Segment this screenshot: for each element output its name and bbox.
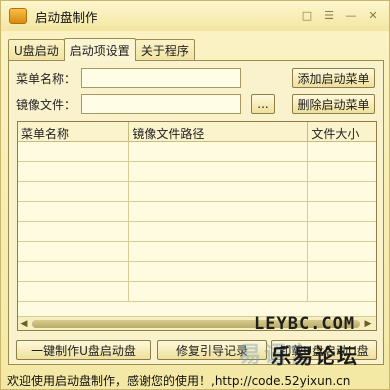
table-row[interactable]	[18, 202, 376, 222]
table-cell	[308, 202, 376, 222]
table-cell	[308, 142, 376, 162]
menu-name-label: 菜单名称：	[16, 72, 77, 86]
table-cell	[18, 282, 130, 302]
menu-icon[interactable]: ☰	[319, 7, 339, 24]
table-cell	[129, 162, 309, 182]
table-cell	[18, 142, 130, 162]
table-body	[18, 142, 376, 302]
add-menu-button[interactable]: 添加启动菜单	[292, 68, 375, 88]
table-cell	[129, 202, 309, 222]
tab-usb-boot[interactable]: U盘启动	[8, 39, 65, 61]
boot-menu-table[interactable]: 菜单名称 镜像文件路径 文件大小 ◀ ▶	[17, 121, 377, 331]
table-cell	[129, 182, 309, 202]
close-icon[interactable]: ✕	[363, 7, 383, 24]
table-row[interactable]	[18, 282, 376, 302]
table-cell	[18, 222, 130, 242]
table-cell	[129, 262, 309, 282]
scroll-left-icon[interactable]: ◀	[18, 319, 30, 329]
table-cell	[129, 242, 309, 262]
table-cell	[308, 162, 376, 182]
menu-name-input[interactable]	[81, 68, 241, 88]
table-cell	[129, 282, 309, 302]
table-cell	[129, 142, 309, 162]
column-image-path[interactable]: 镜像文件路径	[129, 122, 309, 142]
tab-boot-settings[interactable]: 启动项设置	[63, 38, 136, 61]
image-file-input[interactable]	[81, 94, 241, 114]
browse-button[interactable]: ...	[251, 94, 275, 114]
watermark-forum: 乐易论坛	[271, 344, 359, 368]
table-cell	[18, 202, 130, 222]
table-row[interactable]	[18, 142, 376, 162]
table-cell	[18, 262, 130, 282]
table-cell	[308, 262, 376, 282]
feedback-icon[interactable]: □	[297, 7, 317, 24]
table-cell	[308, 242, 376, 262]
table-row[interactable]	[18, 242, 376, 262]
delete-menu-button[interactable]: 删除启动菜单	[292, 94, 375, 114]
table-row[interactable]	[18, 162, 376, 182]
watermark-domain: LEYBC.COM	[254, 314, 356, 334]
table-cell	[129, 222, 309, 242]
table-row[interactable]	[18, 262, 376, 282]
app-icon	[9, 8, 27, 24]
title-bar[interactable]: 启动盘制作 □ ☰ — ✕	[1, 1, 389, 31]
table-cell	[18, 182, 130, 202]
table-cell	[308, 282, 376, 302]
tab-bar: U盘启动 启动项设置 关于程序	[8, 38, 195, 61]
table-row[interactable]	[18, 222, 376, 242]
scroll-right-icon[interactable]: ▶	[362, 319, 374, 329]
image-file-label: 镜像文件：	[16, 98, 77, 112]
make-usb-boot-button[interactable]: 一键制作U盘启动盘	[16, 340, 151, 360]
window-title: 启动盘制作	[35, 9, 98, 25]
status-bar: 欢迎使用启动盘制作，感谢您的使用！,http://code.52yixun.cn	[7, 374, 351, 388]
tab-about[interactable]: 关于程序	[134, 39, 195, 61]
column-menu-name[interactable]: 菜单名称	[18, 122, 130, 142]
table-header: 菜单名称 镜像文件路径 文件大小	[18, 122, 376, 142]
table-cell	[308, 222, 376, 242]
table-cell	[18, 162, 130, 182]
main-window: 启动盘制作 □ ☰ — ✕ U盘启动 启动项设置 关于程序 菜单名称： 添加启动…	[0, 0, 390, 390]
table-row[interactable]	[18, 182, 376, 202]
table-cell	[18, 242, 130, 262]
minimize-icon[interactable]: —	[341, 7, 361, 24]
column-file-size[interactable]: 文件大小	[308, 122, 376, 142]
table-cell	[308, 182, 376, 202]
